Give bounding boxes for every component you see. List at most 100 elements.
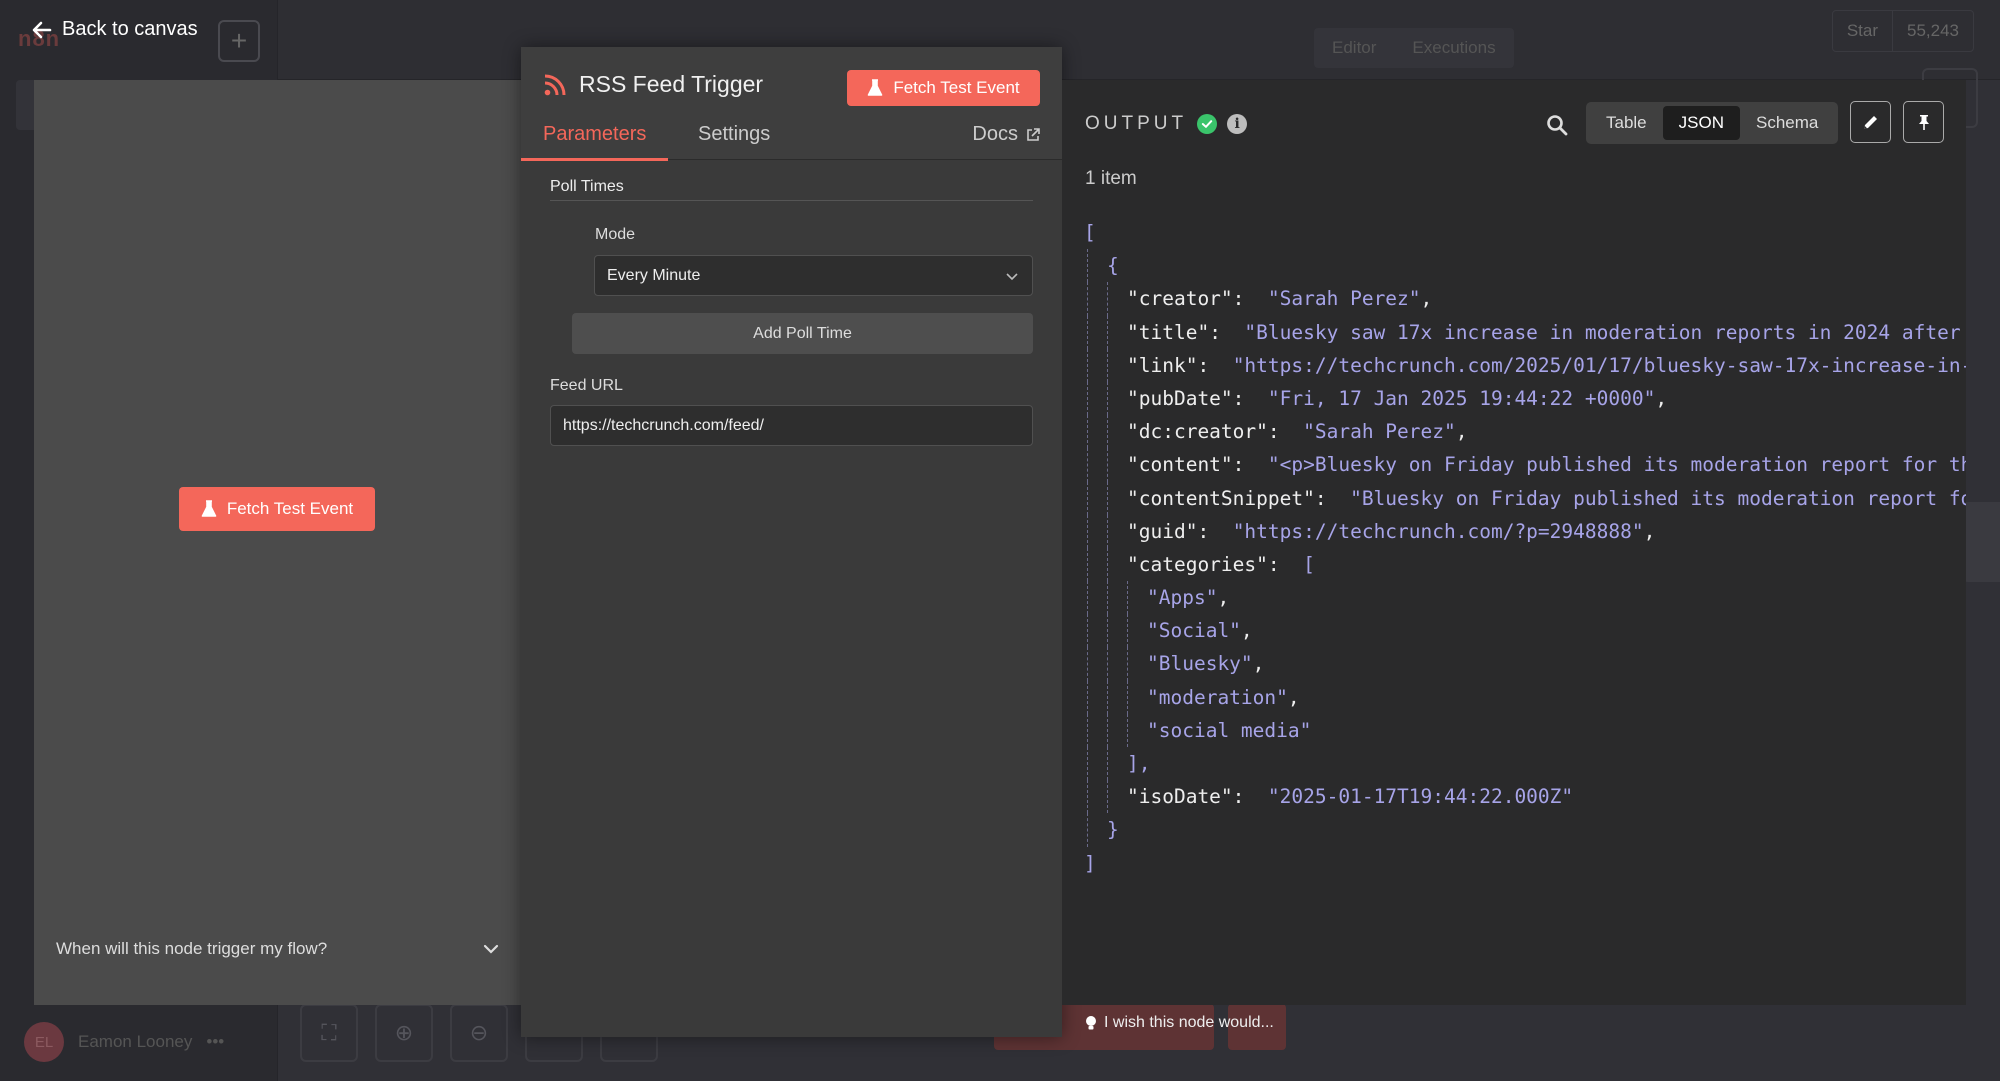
json-e: , xyxy=(1240,619,1253,643)
arrow-left-icon xyxy=(32,21,52,38)
json-e: , xyxy=(1420,287,1433,311)
search-icon[interactable] xyxy=(1542,110,1572,140)
json-indent-guide xyxy=(1107,448,1127,482)
json-s: "social media" xyxy=(1147,718,1312,742)
add-poll-time-button[interactable]: Add Poll Time xyxy=(572,313,1033,354)
header-fetch-test-event-button[interactable]: Fetch Test Event xyxy=(847,70,1040,106)
json-s: "https://techcrunch.com/?p=2948888" xyxy=(1232,519,1644,543)
json-indent-guide xyxy=(1127,647,1147,681)
edit-output-button[interactable] xyxy=(1850,101,1891,143)
avatar: EL xyxy=(24,1022,64,1062)
json-line: "Apps", xyxy=(1084,581,1966,615)
json-s: "Social" xyxy=(1147,619,1241,643)
json-s: "2025-01-17T19:44:22.000Z" xyxy=(1267,785,1574,809)
mode-select-value: Every Minute xyxy=(607,266,701,284)
json-indent-guide xyxy=(1087,780,1107,814)
poll-times-label: Poll Times xyxy=(550,178,1033,201)
node-settings-panel: RSS Feed Trigger Fetch Test Event Parame… xyxy=(521,47,1062,1037)
item-count: 1 item xyxy=(1085,168,1137,189)
rss-icon xyxy=(544,74,566,95)
node-tabs: Parameters Settings Docs xyxy=(521,123,1062,161)
json-indent-guide xyxy=(1087,282,1107,316)
json-bracket: ] xyxy=(1084,851,1096,875)
json-punctuation: : xyxy=(1232,287,1268,311)
output-pane: OUTPUT i Table JSON Schema 1 item [{"cre… xyxy=(1062,80,1966,1005)
view-json-button[interactable]: JSON xyxy=(1662,106,1740,140)
json-indent-guide xyxy=(1087,481,1107,515)
json-k: "pubDate" xyxy=(1127,386,1233,410)
json-s: "Bluesky on Friday published its moderat… xyxy=(1350,486,1966,510)
success-check-icon xyxy=(1197,114,1218,134)
output-view-toggle: Table JSON Schema xyxy=(1586,102,1839,144)
docs-label: Docs xyxy=(972,123,1018,145)
back-to-canvas-link[interactable]: Back to canvas xyxy=(32,18,198,41)
feed-url-input[interactable] xyxy=(550,405,1033,446)
view-schema-button[interactable]: Schema xyxy=(1740,106,1834,140)
json-line: "categories": [ xyxy=(1084,547,1966,582)
chevron-down-icon xyxy=(483,944,499,954)
json-s: "https://techcrunch.com/2025/01/17/blues… xyxy=(1232,353,1966,377)
json-e: , xyxy=(1455,420,1468,444)
json-e: , xyxy=(1287,685,1300,709)
json-line: "Social", xyxy=(1084,614,1966,648)
tab-settings[interactable]: Settings xyxy=(698,123,770,161)
json-line: "link": "https://techcrunch.com/2025/01/… xyxy=(1084,348,1966,382)
docs-link[interactable]: Docs xyxy=(972,123,1040,161)
tab-parameters[interactable]: Parameters xyxy=(521,123,669,161)
json-k: "contentSnippet" xyxy=(1127,486,1315,510)
info-icon[interactable]: i xyxy=(1227,114,1248,134)
tab-executions: Executions xyxy=(1412,38,1496,57)
json-indent-guide xyxy=(1107,581,1127,615)
fetch-test-event-label: Fetch Test Event xyxy=(226,499,354,518)
json-line: "moderation", xyxy=(1084,680,1966,714)
json-indent-guide xyxy=(1107,780,1127,814)
pin-data-button[interactable] xyxy=(1903,101,1944,143)
json-line: ] xyxy=(1084,847,1966,880)
json-indent-guide xyxy=(1087,448,1107,482)
trigger-help-label: When will this node trigger my flow? xyxy=(56,939,328,958)
json-indent-guide xyxy=(1107,348,1127,382)
zoom-out-icon: ⊖ xyxy=(450,1004,508,1062)
github-star-label: Star xyxy=(1846,21,1878,40)
user-menu: EL Eamon Looney ••• xyxy=(24,1022,224,1062)
json-line: "isoDate": "2025-01-17T19:44:22.000Z" xyxy=(1084,780,1966,814)
json-indent-guide xyxy=(1087,415,1107,449)
more-icon: ••• xyxy=(206,1032,225,1051)
back-to-canvas-label: Back to canvas xyxy=(62,18,198,40)
json-indent-guide xyxy=(1127,713,1147,747)
trigger-help-toggle[interactable]: When will this node trigger my flow? xyxy=(56,939,500,959)
json-punctuation: : xyxy=(1232,785,1268,809)
json-indent-guide xyxy=(1087,514,1107,548)
json-e: , xyxy=(1643,519,1656,543)
fetch-test-event-button[interactable]: Fetch Test Event xyxy=(179,487,375,531)
zoom-in-icon: ⊕ xyxy=(375,1004,433,1062)
external-link-icon xyxy=(1027,128,1040,141)
json-line: "Bluesky", xyxy=(1084,647,1966,681)
view-table-button[interactable]: Table xyxy=(1590,106,1663,140)
json-bracket: [ xyxy=(1084,221,1096,244)
json-indent-guide xyxy=(1087,547,1107,582)
json-line: } xyxy=(1084,813,1966,847)
output-title: OUTPUT xyxy=(1085,113,1188,134)
json-indent-guide xyxy=(1087,713,1107,747)
node-title: RSS Feed Trigger xyxy=(543,71,763,98)
json-e: , xyxy=(1217,586,1230,610)
json-e: , xyxy=(1252,652,1265,676)
json-line: "content": "<p>Bluesky on Friday publish… xyxy=(1084,448,1966,482)
feed-url-label: Feed URL xyxy=(550,377,623,394)
chevron-down-icon xyxy=(1006,272,1018,280)
ask-ai-tab xyxy=(1960,502,2000,582)
json-indent-guide xyxy=(1107,713,1127,747)
json-line: "guid": "https://techcrunch.com/?p=29488… xyxy=(1084,514,1966,548)
json-indent-guide xyxy=(1107,481,1127,515)
json-s: "Apps" xyxy=(1147,586,1218,610)
json-indent-guide xyxy=(1087,249,1107,283)
json-punctuation: : xyxy=(1267,552,1304,576)
json-line: "social media" xyxy=(1084,713,1966,747)
mode-select[interactable]: Every Minute xyxy=(594,255,1033,296)
feedback-tip[interactable]: I wish this node would... xyxy=(1084,1014,1274,1032)
json-output: [{"creator": "Sarah Perez", "title": "Blu… xyxy=(1084,216,1966,880)
json-s: "moderation" xyxy=(1147,685,1288,709)
json-s: "Fri, 17 Jan 2025 19:44:22 +0000" xyxy=(1267,386,1656,410)
json-bracket: ], xyxy=(1127,752,1151,775)
